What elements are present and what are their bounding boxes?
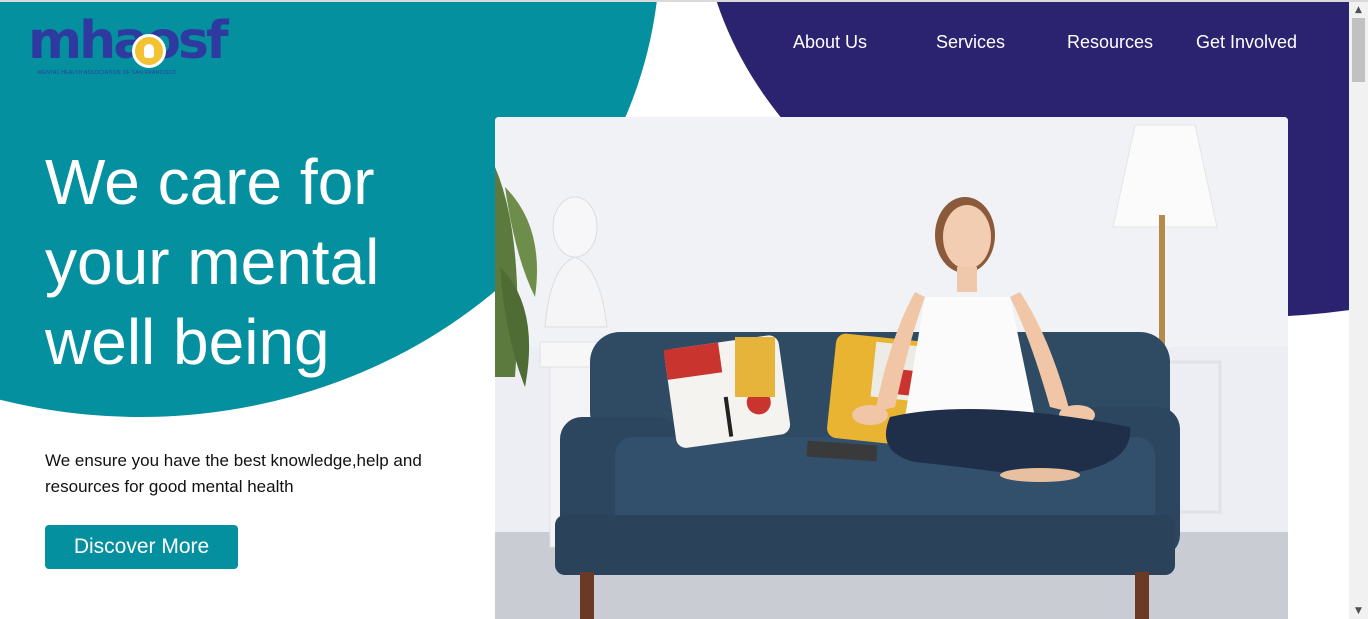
hero-photo-illustration	[495, 117, 1288, 619]
scroll-down-arrow-icon[interactable]: ▼	[1349, 603, 1368, 619]
nav-item-services[interactable]: Services	[936, 32, 1005, 53]
nav-item-get-involved[interactable]: Get Involved	[1196, 32, 1297, 53]
logo-bell-icon	[132, 34, 166, 68]
discover-more-button[interactable]: Discover More	[45, 525, 238, 569]
logo-link[interactable]: mhaosf MENTAL HEALTH ASSOCIATION OF SAN …	[28, 10, 229, 80]
hero-title-line-1: We care for	[45, 146, 375, 218]
nav-item-about-us[interactable]: About Us	[793, 32, 867, 53]
hero-title-line-3: well being	[45, 306, 330, 378]
logo-subtitle: MENTAL HEALTH ASSOCIATION OF SAN FRANCIS…	[38, 70, 177, 76]
nav-item-resources[interactable]: Resources	[1067, 32, 1153, 53]
hero-title-line-2: your mental	[45, 226, 380, 298]
page: mhaosf MENTAL HEALTH ASSOCIATION OF SAN …	[0, 2, 1349, 619]
scrollbar-thumb[interactable]	[1352, 18, 1365, 82]
scroll-up-arrow-icon[interactable]: ▲	[1349, 2, 1368, 18]
hero-title: We care for your mental well being	[45, 142, 485, 382]
hero-image	[495, 117, 1288, 619]
hero-subtitle: We ensure you have the best knowledge,he…	[45, 451, 422, 496]
logo-wordmark: mhaosf	[28, 11, 229, 71]
vertical-scrollbar[interactable]: ▲ ▼	[1349, 2, 1368, 619]
